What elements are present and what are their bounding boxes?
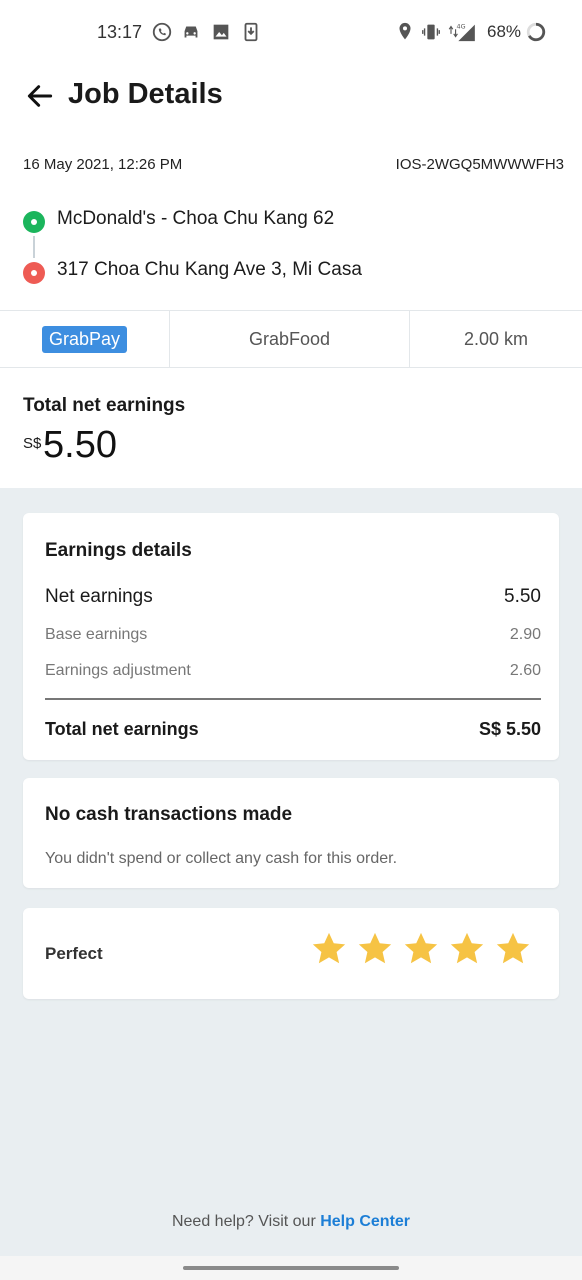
svg-text:4G: 4G	[457, 22, 466, 30]
earnings-adjustment-value: 2.60	[509, 662, 541, 679]
system-nav-bar	[0, 1256, 582, 1280]
star-icon	[312, 932, 346, 964]
route-connector	[33, 236, 35, 258]
base-earnings-label: Base earnings	[45, 626, 148, 643]
earnings-details-card: Earnings details Net earnings 5.50 Base …	[23, 513, 559, 760]
rating-label: Perfect	[45, 944, 103, 963]
total-net-earnings-label: Total net earnings	[23, 395, 186, 416]
payment-method-cell: GrabPay	[0, 311, 170, 367]
battery-icon	[526, 22, 546, 42]
cash-transactions-card: No cash transactions made You didn't spe…	[23, 778, 559, 888]
dropoff-location: 317 Choa Chu Kang Ave 3, Mi Casa	[57, 259, 362, 280]
service-type: GrabFood	[170, 311, 410, 367]
signal-4g-icon: 4G	[448, 22, 475, 42]
app-header: Job Details	[0, 66, 582, 132]
star-icon	[496, 932, 530, 964]
currency-symbol: S$	[23, 435, 42, 452]
gesture-handle[interactable]	[183, 1266, 399, 1270]
battery-percent: 68%	[487, 22, 522, 41]
download-icon	[244, 22, 258, 42]
star-icon	[450, 932, 484, 964]
help-footer: Need help? Visit our Help Center	[0, 1213, 582, 1231]
payment-badge: GrabPay	[41, 325, 128, 353]
cash-subtitle: You didn't spend or collect any cash for…	[45, 850, 398, 867]
job-id: IOS-2WGQ5MWWWFH3	[395, 156, 564, 173]
star-icon	[404, 932, 438, 964]
job-date: 16 May 2021, 12:26 PM	[23, 156, 183, 173]
star-rating	[310, 930, 532, 968]
net-earnings-value: 5.50	[504, 586, 541, 607]
help-text: Need help? Visit our	[171, 1213, 321, 1230]
image-icon	[213, 24, 229, 40]
cash-title: No cash transactions made	[45, 804, 293, 825]
star-icon	[358, 932, 392, 964]
earnings-divider	[45, 698, 541, 700]
total-net-earnings-row-label: Total net earnings	[45, 719, 199, 739]
status-time: 13:17	[97, 22, 143, 42]
pickup-location: McDonald's - Choa Chu Kang 62	[57, 208, 335, 229]
earnings-details-title: Earnings details	[45, 540, 192, 561]
total-net-earnings-row-value: S$ 5.50	[478, 719, 541, 739]
location-icon	[399, 22, 411, 40]
vibrate-icon	[422, 24, 440, 40]
earnings-adjustment-label: Earnings adjustment	[45, 662, 191, 679]
help-center-link[interactable]: Help Center	[320, 1213, 410, 1230]
back-arrow-icon[interactable]	[24, 80, 56, 112]
status-bar: 13:17 4G 68%	[0, 0, 582, 66]
car-icon	[184, 26, 198, 38]
page-title: Job Details	[68, 78, 223, 110]
job-tags-bar: GrabPay GrabFood 2.00 km	[0, 310, 582, 368]
total-net-earnings-value: 5.50	[43, 424, 117, 466]
base-earnings-value: 2.90	[509, 626, 541, 643]
dropoff-marker-icon	[23, 262, 45, 284]
trip-distance: 2.00 km	[463, 328, 529, 349]
rating-card: Perfect	[23, 908, 559, 999]
whatsapp-icon	[152, 22, 172, 42]
net-earnings-label: Net earnings	[45, 586, 153, 607]
pickup-marker-icon	[23, 211, 45, 233]
